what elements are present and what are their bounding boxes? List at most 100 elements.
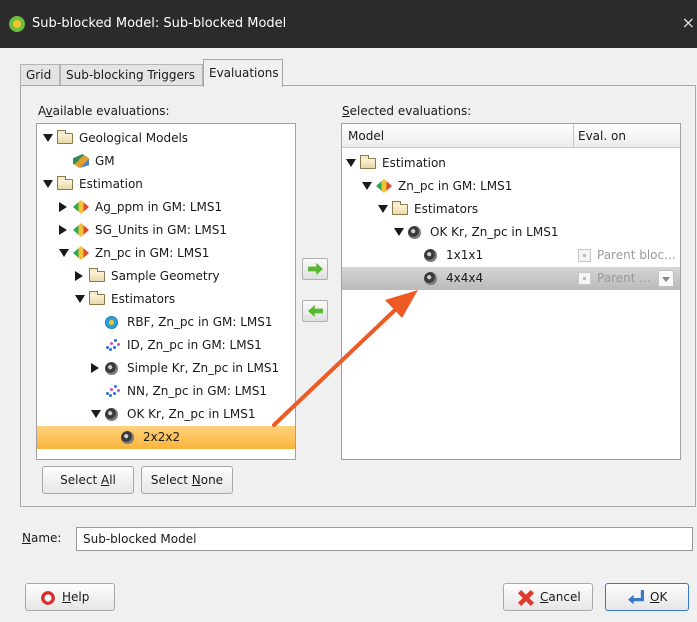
expand-triangle-icon[interactable] <box>75 271 83 281</box>
tree-row[interactable]: Simple Kr, Zn_pc in LMS1 <box>37 357 295 380</box>
eval-on-dropdown[interactable] <box>658 270 674 287</box>
collapse-triangle-icon[interactable] <box>346 159 356 167</box>
collapse-triangle-icon[interactable] <box>75 295 85 303</box>
eval-on-value: Parent bloc... <box>597 248 676 262</box>
cancel-button[interactable]: Cancel <box>503 583 593 611</box>
sample-dot <box>110 388 113 391</box>
tree-row[interactable]: SG_Units in GM: LMS1 <box>37 219 295 242</box>
collapse-triangle-icon[interactable] <box>91 410 101 418</box>
kriging-estimator-icon <box>121 431 134 444</box>
tree-item-label: Simple Kr, Zn_pc in LMS1 <box>127 361 280 375</box>
column-separator[interactable] <box>573 124 574 148</box>
tree-item-label: Geological Models <box>79 131 189 145</box>
cancel-x-icon <box>518 590 534 606</box>
tree-row[interactable]: OK Kr, Zn_pc in LMS1 <box>342 221 680 244</box>
tree-item-label: Estimators <box>414 202 479 216</box>
app-icon <box>9 16 25 32</box>
geological-model-icon <box>73 154 89 168</box>
selected-evaluations-grid[interactable]: Model Eval. on Estimation Zn_pc in GM: LM… <box>341 123 681 460</box>
tree-row[interactable]: Estimation <box>342 152 680 175</box>
sample-dot <box>117 389 120 392</box>
eval-on-checkbox[interactable] <box>578 249 591 262</box>
folder-icon <box>89 291 105 305</box>
folder-icon <box>57 176 73 190</box>
folder-icon <box>360 155 376 169</box>
tree-item-label: 4x4x4 <box>446 271 484 285</box>
available-evaluations-tree[interactable]: Geological Models GM Estimation Ag_ppm in G… <box>36 123 296 460</box>
sample-dot <box>109 348 112 351</box>
available-evaluations-label: Available evaluations: <box>38 104 170 118</box>
collapse-triangle-icon[interactable] <box>378 205 388 213</box>
tree-item-label: ID, Zn_pc in GM: LMS1 <box>127 338 262 352</box>
add-evaluation-button[interactable] <box>302 258 328 280</box>
window-title: Sub-blocked Model: Sub-blocked Model <box>32 16 287 31</box>
tree-row[interactable]: 2x2x2 <box>37 426 295 449</box>
tree-item-label: NN, Zn_pc in GM: LMS1 <box>127 384 267 398</box>
sample-dot <box>114 339 117 342</box>
idw-estimator-icon <box>105 338 121 352</box>
expand-triangle-icon[interactable] <box>59 202 67 212</box>
tree-item-label: 1x1x1 <box>446 248 484 262</box>
tree-row[interactable]: Zn_pc in GM: LMS1 <box>37 242 295 265</box>
folder-icon <box>57 130 73 144</box>
tree-item-label: RBF, Zn_pc in GM: LMS1 <box>127 315 273 329</box>
title-bar: Sub-blocked Model: Sub-blocked Model × <box>0 0 697 48</box>
collapse-triangle-icon[interactable] <box>59 249 69 257</box>
nn-estimator-icon <box>105 384 121 398</box>
tree-item-label: Estimation <box>79 177 143 191</box>
tree-row[interactable]: Estimation <box>37 173 295 196</box>
tree-row[interactable]: ID, Zn_pc in GM: LMS1 <box>37 334 295 357</box>
tree-row[interactable]: OK Kr, Zn_pc in LMS1 <box>37 403 295 426</box>
name-field[interactable]: Sub-blocked Model <box>76 527 693 551</box>
help-button[interactable]: Help <box>25 583 115 611</box>
tree-row[interactable]: 1x1x1 Parent bloc... <box>342 244 680 267</box>
select-all-button[interactable]: Select All <box>42 466 134 494</box>
grid-header: Model Eval. on <box>342 124 680 148</box>
collapse-triangle-icon[interactable] <box>362 182 372 190</box>
column-header-model[interactable]: Model <box>348 124 384 148</box>
tab-grid[interactable]: Grid <box>20 64 60 86</box>
folder-icon <box>392 201 408 215</box>
kriging-estimator-icon <box>408 226 421 239</box>
tree-item-label: Estimation <box>382 156 446 170</box>
eval-on-checkbox[interactable] <box>578 272 591 285</box>
domain-estimation-icon <box>73 200 89 214</box>
eval-on-value: Parent ... <box>597 271 651 285</box>
domain-estimation-icon <box>73 246 89 260</box>
tree-item-label: SG_Units in GM: LMS1 <box>95 223 227 237</box>
collapse-triangle-icon[interactable] <box>43 134 53 142</box>
tab-sub-blocking-triggers[interactable]: Sub-blocking Triggers <box>60 64 203 86</box>
expand-triangle-icon[interactable] <box>91 363 99 373</box>
tree-row[interactable]: NN, Zn_pc in GM: LMS1 <box>37 380 295 403</box>
arrow-left-icon <box>308 305 323 317</box>
close-icon[interactable]: × <box>682 14 695 32</box>
tree-item-label: Zn_pc in GM: LMS1 <box>95 246 210 260</box>
tree-row[interactable]: Estimators <box>37 288 295 311</box>
selected-evaluations-label: Selected evaluations: <box>342 104 472 118</box>
select-none-button[interactable]: Select None <box>141 466 233 494</box>
tree-row[interactable]: Geological Models <box>37 127 295 150</box>
tree-item-label: Ag_ppm in GM: LMS1 <box>95 200 223 214</box>
tree-row[interactable]: Ag_ppm in GM: LMS1 <box>37 196 295 219</box>
domain-estimation-icon <box>376 179 392 193</box>
ok-enter-icon <box>628 590 644 605</box>
tree-row[interactable]: Sample Geometry <box>37 265 295 288</box>
tree-row[interactable]: RBF, Zn_pc in GM: LMS1 <box>37 311 295 334</box>
collapse-triangle-icon[interactable] <box>394 228 404 236</box>
kriging-estimator-icon <box>424 272 437 285</box>
sample-dot <box>110 342 113 345</box>
column-header-eval-on[interactable]: Eval. on <box>578 124 626 148</box>
remove-evaluation-button[interactable] <box>302 300 328 322</box>
tree-row[interactable]: GM <box>37 150 295 173</box>
help-lifebuoy-icon <box>40 590 56 606</box>
collapse-triangle-icon[interactable] <box>43 180 53 188</box>
tree-item-label: GM <box>95 154 115 168</box>
tab-evaluations[interactable]: Evaluations <box>203 59 283 87</box>
tree-item-label: OK Kr, Zn_pc in LMS1 <box>127 407 256 421</box>
ok-button[interactable]: OK <box>605 583 689 611</box>
expand-triangle-icon[interactable] <box>59 225 67 235</box>
tree-row[interactable]: Zn_pc in GM: LMS1 <box>342 175 680 198</box>
tree-row[interactable]: Estimators <box>342 198 680 221</box>
tree-row[interactable]: 4x4x4 Parent ... <box>342 267 680 290</box>
domain-estimation-icon <box>73 223 89 237</box>
